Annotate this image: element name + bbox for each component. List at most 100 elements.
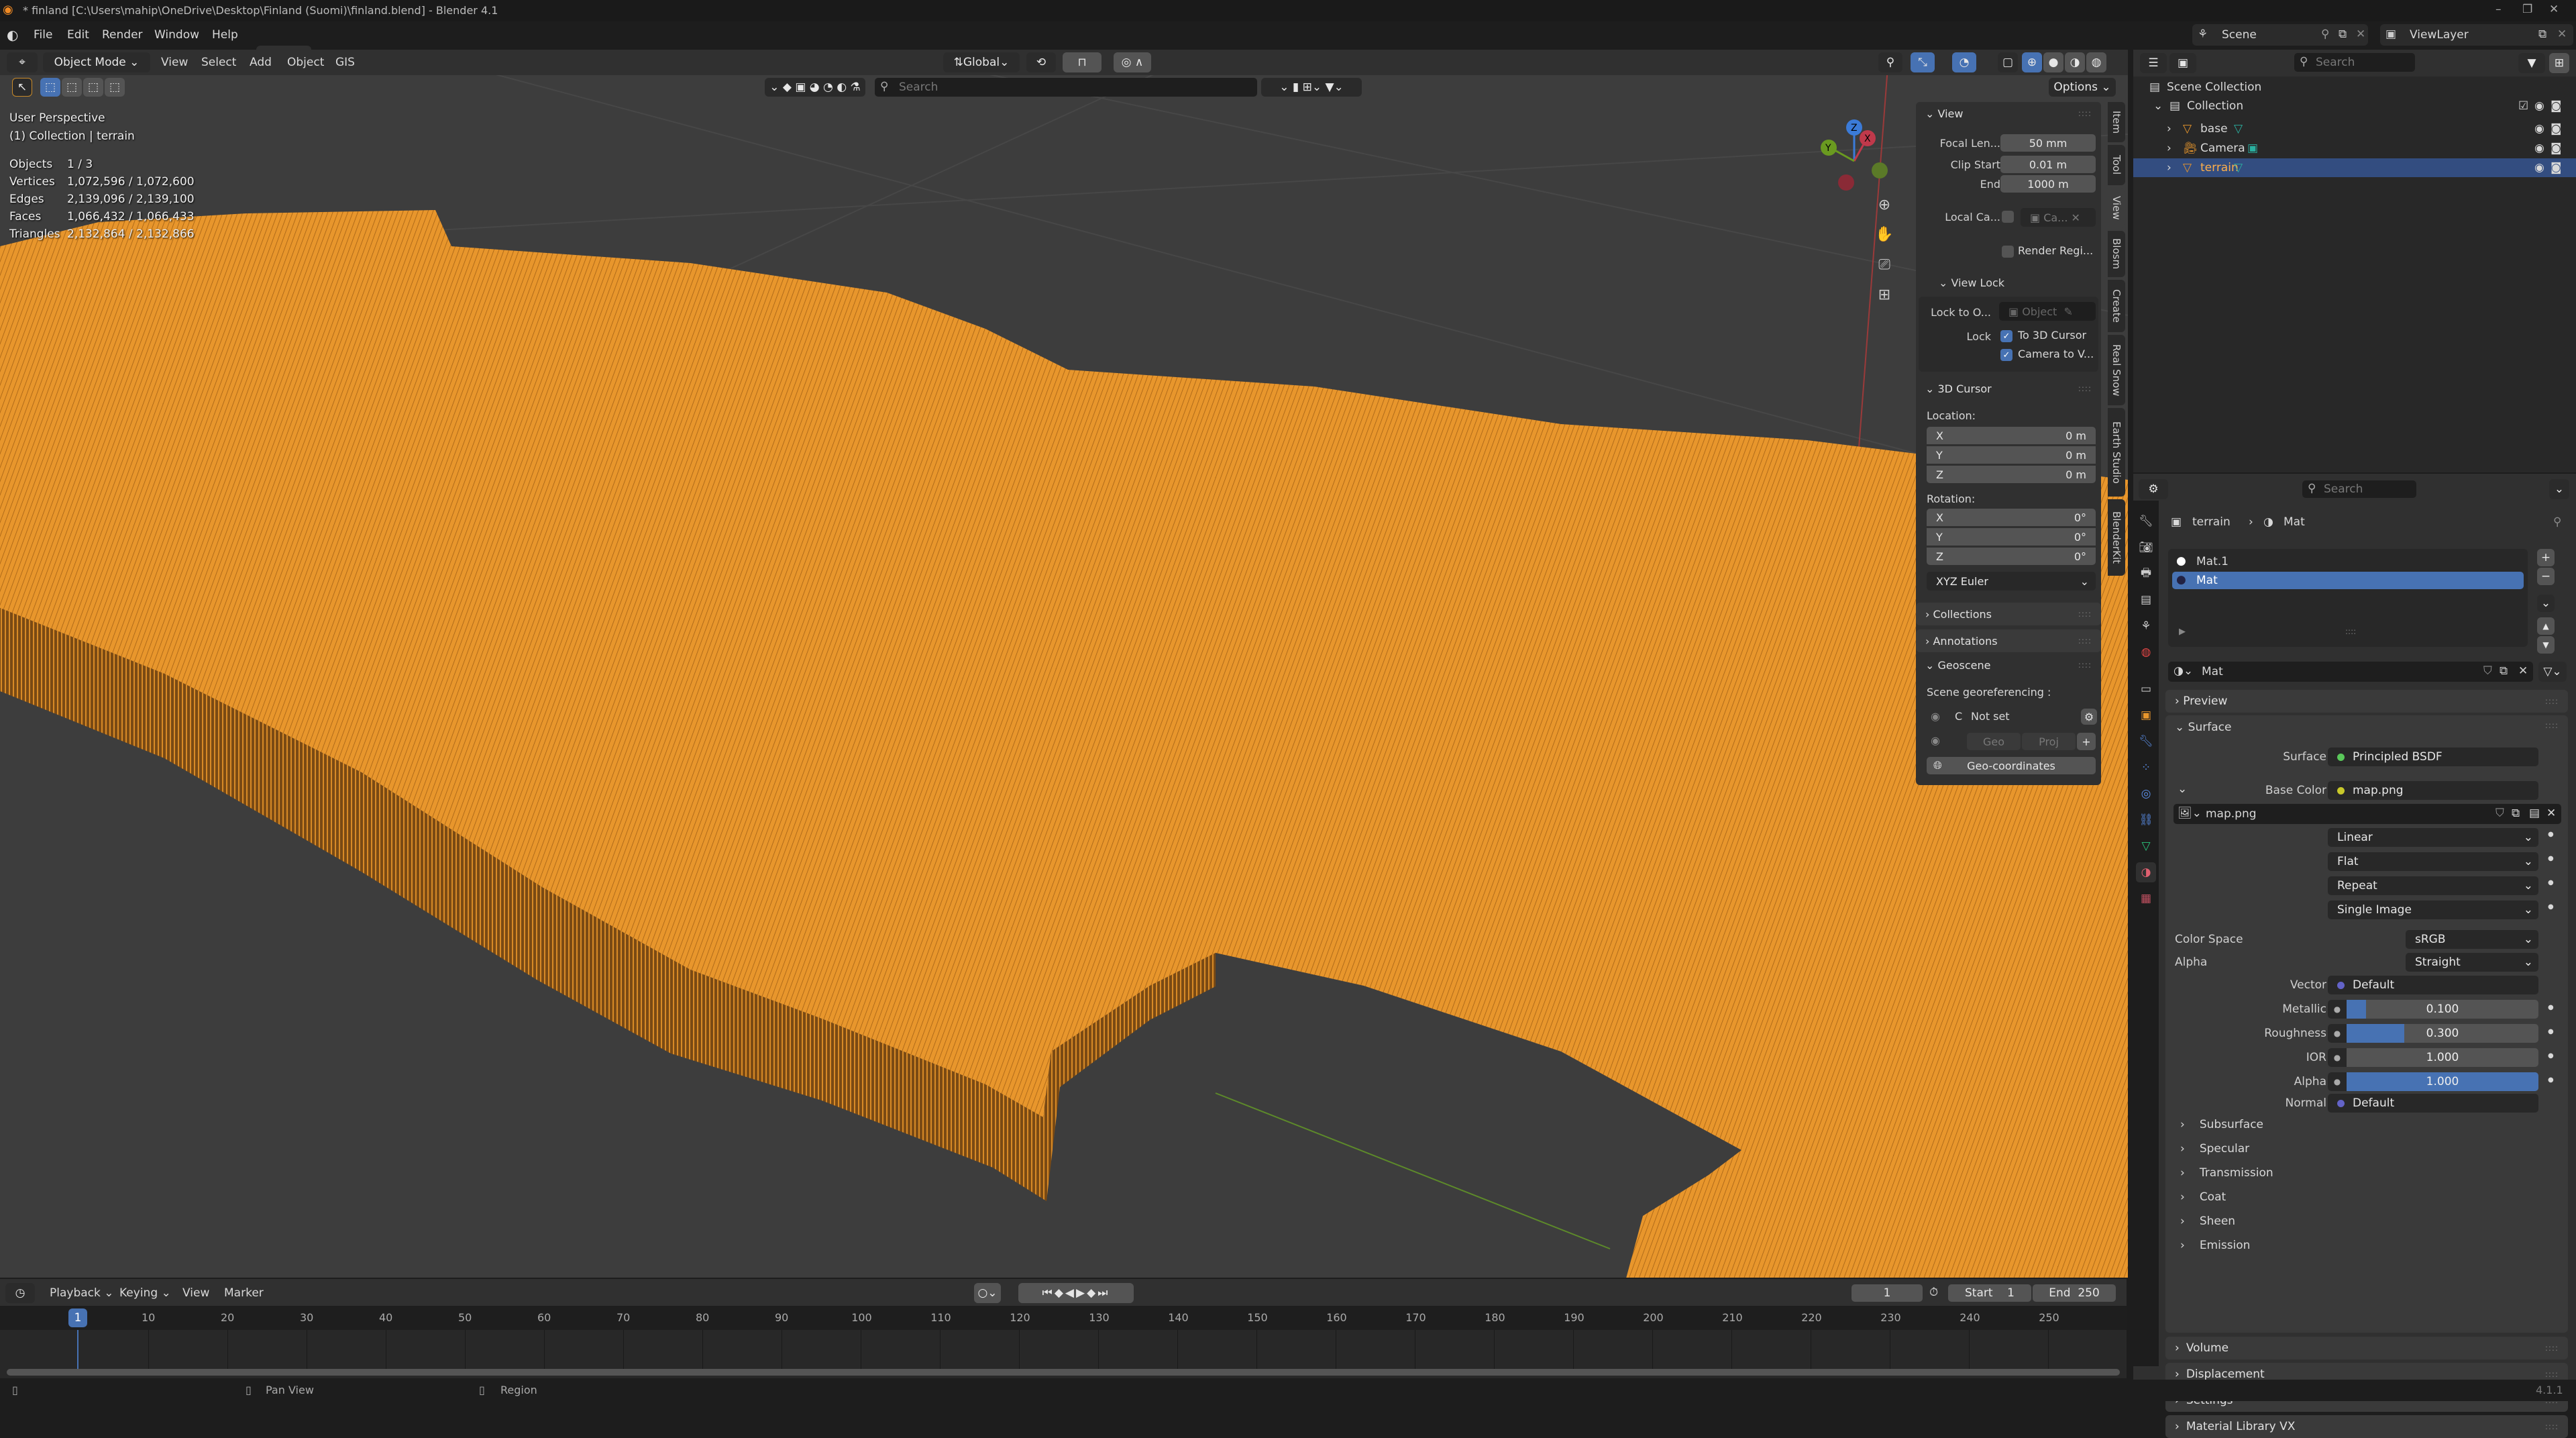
collection-render-icon[interactable]: ◙: [2551, 99, 2562, 113]
add-slot-button[interactable]: +: [2537, 549, 2555, 566]
sidebar-tab-create[interactable]: Create: [2108, 280, 2125, 332]
properties-tab-constraints-icon[interactable]: ⛓︎: [2136, 810, 2156, 830]
panel-volume-header[interactable]: › Volume::::: [2165, 1337, 2568, 1359]
breadcrumb-material[interactable]: Mat: [2284, 515, 2305, 529]
menu-gis[interactable]: GIS: [335, 56, 355, 69]
collection-label[interactable]: Collection: [2187, 99, 2243, 113]
duplicate-image-icon[interactable]: ⧉: [2512, 807, 2520, 820]
image-name-field[interactable]: map.png: [2206, 807, 2257, 821]
subpanel-coat[interactable]: › Coat: [2180, 1190, 2226, 1204]
focal-length-field[interactable]: 50 mm: [2000, 134, 2096, 152]
image-browse-icon[interactable]: 🖼︎⌄: [2178, 807, 2202, 820]
end-frame-field[interactable]: End 250: [2033, 1284, 2116, 1302]
new-collection-icon[interactable]: ⊞: [2549, 53, 2569, 73]
properties-search-input[interactable]: ⚲ Search: [2302, 480, 2416, 498]
slider-ior[interactable]: ● 1.000: [2328, 1048, 2538, 1067]
keyframe-dot-icon[interactable]: ●: [2548, 831, 2554, 838]
menu-add[interactable]: Add: [250, 56, 272, 69]
menu-playback[interactable]: Playback ⌄: [50, 1286, 114, 1300]
delete-scene-icon[interactable]: ✕: [2356, 28, 2365, 41]
panel-grip[interactable]: ::::: [2545, 721, 2559, 730]
expand-icon[interactable]: ›: [2167, 122, 2171, 136]
breadcrumb-object[interactable]: terrain: [2192, 515, 2231, 529]
minimize-button[interactable]: –: [2496, 3, 2502, 16]
add-crs-button[interactable]: +: [2077, 733, 2096, 750]
surface-shader-field[interactable]: Principled BSDF: [2328, 748, 2538, 766]
sidebar-tab-blenderkit[interactable]: BlenderKit: [2108, 499, 2125, 576]
move-slot-up-button[interactable]: ▲: [2537, 617, 2555, 635]
render-region-checkbox[interactable]: [2002, 246, 2014, 258]
select-mode-subtract-icon[interactable]: ⬚: [83, 78, 103, 97]
options-dropdown[interactable]: Options ⌄: [2049, 78, 2116, 97]
material-datablock[interactable]: ◑⌄ Mat ⛉ ⧉ ✕: [2168, 662, 2533, 682]
display-mode-icon[interactable]: ▣: [2169, 53, 2196, 73]
properties-editor-type-icon[interactable]: ⚙: [2139, 479, 2168, 499]
properties-tab-object-data-icon[interactable]: ▽: [2136, 836, 2156, 856]
material-name-field[interactable]: Mat: [2202, 665, 2223, 678]
scene-collection-label[interactable]: Scene Collection: [2167, 81, 2261, 94]
proportional-edit-icon[interactable]: ◎ ∧: [1114, 52, 1151, 72]
outliner-item-base[interactable]: › ▽ base ▽ ◉ ◙: [2133, 119, 2576, 138]
material-slot-selected[interactable]: ● Mat: [2172, 572, 2524, 589]
base-color-field[interactable]: map.png: [2328, 781, 2538, 800]
image-setting-dropdown[interactable]: Linear ⌄: [2328, 828, 2538, 847]
cursor-y-field[interactable]: Y 0°: [1927, 528, 2096, 546]
collection-expand-icon[interactable]: ⌄: [2153, 99, 2163, 113]
keyframe-dot-icon[interactable]: ●: [2548, 1052, 2554, 1060]
object-mode-dropdown[interactable]: Object Mode ⌄: [43, 52, 150, 72]
cursor-y-field[interactable]: Y 0 m: [1927, 446, 2096, 464]
zoom-icon[interactable]: ⊕: [1874, 195, 1894, 215]
menu-view[interactable]: View: [161, 56, 188, 69]
3d-viewport[interactable]: ⌖ Object Mode ⌄ View Select Add Object G…: [0, 50, 2128, 1278]
cursor-z-field[interactable]: Z 0°: [1927, 548, 2096, 565]
expand-icon[interactable]: ›: [2167, 142, 2171, 155]
sidebar-tab-view[interactable]: View: [2108, 188, 2125, 228]
maximize-button[interactable]: ❐: [2522, 3, 2532, 16]
proj-button[interactable]: Proj: [2022, 733, 2076, 750]
pin-icon[interactable]: ⚲: [2321, 28, 2329, 41]
sidebar-tab-item[interactable]: Item: [2108, 102, 2125, 142]
close-button[interactable]: ✕: [2549, 3, 2559, 16]
wireframe-shading-icon[interactable]: ⊕: [2022, 52, 2042, 72]
expand-list-icon[interactable]: ▶: [2179, 627, 2186, 637]
geo-button[interactable]: Geo: [1967, 733, 2021, 750]
local-camera-field[interactable]: ▣ Ca... ✕: [2021, 208, 2096, 227]
normal-field[interactable]: Default: [2328, 1094, 2538, 1113]
gizmo-visibility-icon[interactable]: ⚲: [1878, 52, 1902, 72]
gizmo-toggle-icon[interactable]: ⤡: [1911, 52, 1935, 72]
geoscene-settings-gear-icon[interactable]: ⚙: [2081, 709, 2097, 725]
rendered-shading-icon[interactable]: ◍: [2086, 52, 2106, 72]
subpanel-subsurface[interactable]: › Subsurface: [2180, 1118, 2263, 1131]
solid-shading-icon[interactable]: ●: [2043, 52, 2063, 72]
sidebar-tab-tool[interactable]: Tool: [2108, 145, 2125, 185]
outliner-item-terrain[interactable]: › ▽ terrain ▽ ◉ ◙: [2133, 158, 2576, 177]
properties-tab-collection-icon[interactable]: ▭: [2136, 679, 2156, 699]
collection-visibility-icon[interactable]: ◉: [2534, 99, 2544, 113]
panel-geoscene-header[interactable]: ⌄ Geoscene::::: [1916, 654, 2101, 676]
select-tool-icon[interactable]: ↖: [12, 78, 32, 97]
fake-user-icon[interactable]: ⛉: [2483, 664, 2492, 678]
geo-coordinates-button[interactable]: 🌐︎ Geo-coordinates: [1927, 757, 2096, 774]
outliner-item-camera[interactable]: › 🎥︎ Camera ▣ ◉ ◙: [2133, 139, 2576, 158]
timeline-scrollbar[interactable]: [7, 1369, 2120, 1376]
panel-surface-header[interactable]: ⌄ Surface: [2175, 721, 2231, 734]
properties-tab-world-icon[interactable]: ◍: [2136, 642, 2156, 662]
menu-marker[interactable]: Marker: [224, 1286, 264, 1300]
playhead-frame-indicator[interactable]: 1: [68, 1308, 87, 1327]
sidebar-tab-blosm[interactable]: Blosm: [2108, 231, 2125, 277]
lock-to-object-field[interactable]: ▣ Object ✎: [1999, 302, 2096, 321]
transform-orientation-dropdown[interactable]: ⇅ Global ⌄: [943, 52, 1020, 72]
subpanel-sheen[interactable]: › Sheen: [2180, 1215, 2235, 1228]
clip-end-field[interactable]: 1000 m: [2000, 175, 2096, 193]
perspective-toggle-icon[interactable]: ⊞: [1874, 285, 1894, 305]
open-image-icon[interactable]: ▤: [2529, 807, 2540, 820]
pin-icon[interactable]: ⚲: [2553, 515, 2561, 529]
color-space-dropdown[interactable]: sRGB ⌄: [2406, 930, 2538, 949]
scene-selector[interactable]: ⚘ Scene ⚲ ⧉ ✕: [2192, 24, 2368, 46]
duplicate-material-icon[interactable]: ⧉: [2500, 664, 2508, 678]
outliner-search-input[interactable]: ⚲ Search: [2294, 53, 2415, 72]
base-color-expand-icon[interactable]: ⌄: [2178, 782, 2187, 796]
subpanel-specular[interactable]: › Specular: [2180, 1142, 2249, 1155]
cursor-x-field[interactable]: X 0 m: [1927, 427, 2096, 444]
auto-keying-toggle[interactable]: ○⌄: [974, 1283, 1001, 1303]
